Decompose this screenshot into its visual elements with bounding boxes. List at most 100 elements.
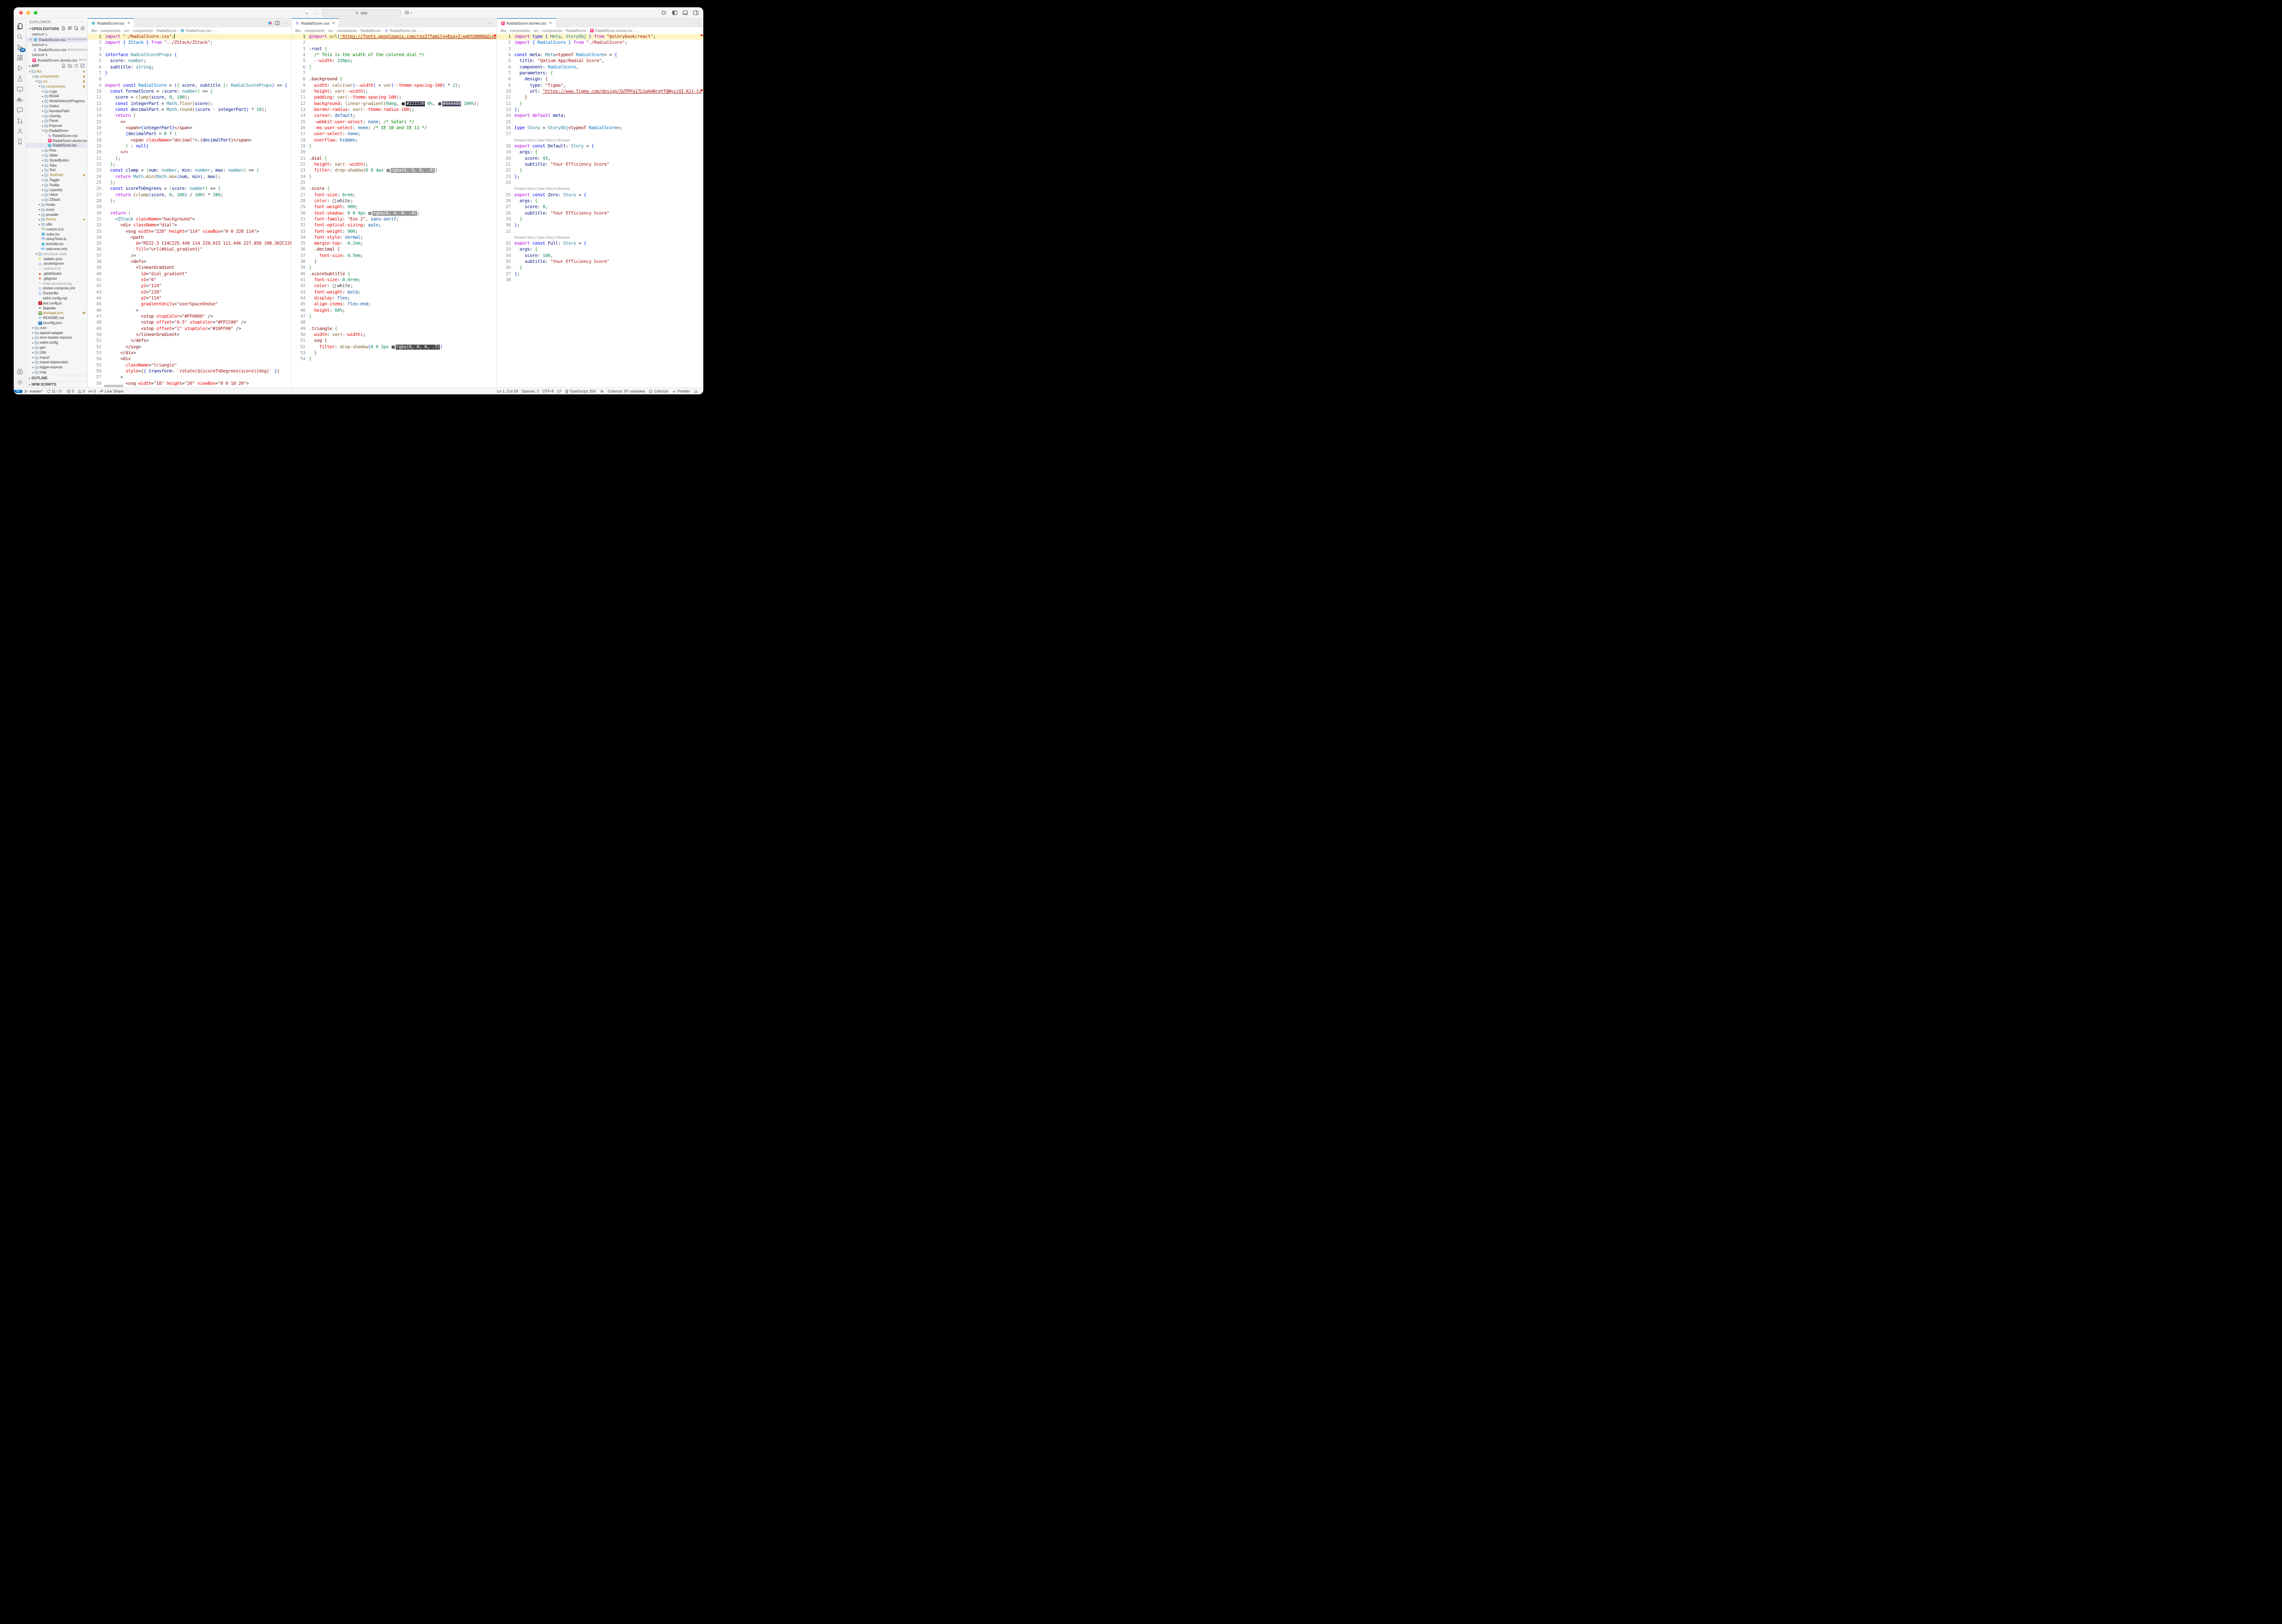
- chevron-right-icon[interactable]: ▸: [41, 124, 44, 128]
- chevron-right-icon[interactable]: ▸: [31, 356, 35, 359]
- forward-icon[interactable]: →: [314, 10, 319, 16]
- breadcrumb-segment[interactable]: src: [534, 29, 539, 33]
- tree-file--gitignore[interactable]: ◆.gitignore: [26, 276, 87, 281]
- tree-folder-components[interactable]: ▾components: [26, 84, 87, 89]
- tree-folder-textfield[interactable]: ▸TextField: [26, 173, 87, 178]
- open-editor-item[interactable]: {}RadialScore.css libs/components/...: [26, 47, 87, 53]
- tree-folder-tabs[interactable]: ▸Tabs: [26, 163, 87, 168]
- chevron-right-icon[interactable]: ▸: [35, 252, 38, 256]
- tree-folder-components[interactable]: ▾components: [26, 74, 87, 79]
- npm-scripts-section-header[interactable]: ▸ NPM SCRIPTS: [26, 381, 87, 388]
- status-check[interactable]: Prettier: [670, 389, 692, 393]
- toggle-sidebar-icon[interactable]: [672, 10, 678, 16]
- codelens[interactable]: Preview Story | Open Story in Browser: [497, 186, 703, 192]
- explorer-icon[interactable]: [15, 21, 26, 31]
- codelens[interactable]: Preview Story | Open Story in Browser: [497, 137, 703, 143]
- status-warning[interactable]: 0: [76, 389, 87, 393]
- live-share-icon[interactable]: [15, 126, 26, 136]
- tree-folder-zstack[interactable]: ▸ZStack: [26, 197, 87, 202]
- breadcrumb-segment[interactable]: libs: [91, 29, 97, 33]
- chevron-right-icon[interactable]: ▸: [41, 168, 44, 172]
- tree-folder-provider[interactable]: ▸provider: [26, 212, 87, 217]
- chevron-right-icon[interactable]: ▸: [31, 346, 35, 350]
- chevron-right-icon[interactable]: ▸: [31, 331, 35, 335]
- breadcrumb-segment[interactable]: src: [328, 29, 333, 33]
- tree-folder-row[interactable]: ▸Row: [26, 148, 87, 153]
- testing-icon[interactable]: [15, 73, 26, 84]
- tree-folder-styledbutton[interactable]: ▸StyledButton: [26, 158, 87, 163]
- tree-folder-text[interactable]: ▸Text: [26, 168, 87, 173]
- breadcrumb-segment[interactable]: components: [100, 29, 120, 33]
- open-editors-header[interactable]: ▾ OPEN EDITORS: [26, 26, 87, 32]
- chevron-right-icon[interactable]: ▸: [41, 188, 44, 192]
- tree-file-docker-compose-yml[interactable]: ◫docker-compose.yml: [26, 286, 87, 291]
- chevron-right-icon[interactable]: ▸: [31, 371, 35, 374]
- chevron-right-icon[interactable]: ▸: [41, 193, 44, 197]
- chevron-down-icon[interactable]: ▾: [35, 79, 38, 83]
- breadcrumb[interactable]: libs›components›src›components›RadialSco…: [88, 27, 291, 34]
- status-utf-8[interactable]: UTF-8: [541, 389, 555, 393]
- chevron-right-icon[interactable]: ▸: [41, 173, 44, 177]
- status-slash[interactable]: Colorize: [647, 389, 670, 393]
- editor-tab[interactable]: {}RadialScore.css✕: [292, 18, 339, 27]
- more-actions-icon[interactable]: ···: [283, 21, 288, 25]
- breadcrumb-segment[interactable]: components: [304, 29, 325, 33]
- breadcrumb-segment[interactable]: RadialScore.stories.tsx: [595, 29, 633, 33]
- tree-folder-modeselectorprogress[interactable]: ▸ModeSelectorProgress: [26, 99, 87, 104]
- tree-file-custom-d-ts[interactable]: TScustom.d.ts: [26, 227, 87, 232]
- chat-icon[interactable]: [15, 105, 26, 115]
- breadcrumb-segment[interactable]: RadialScore.css: [390, 29, 416, 33]
- close-all-editors-icon[interactable]: [80, 26, 85, 31]
- status-branch[interactable]: master*: [22, 389, 45, 393]
- copilot-menu[interactable]: [404, 10, 413, 15]
- tree-folder-icons[interactable]: ▸icons: [26, 207, 87, 212]
- tree-folder-libs[interactable]: ▾libs: [26, 69, 87, 74]
- tree-file-radialscore-stories-tsx[interactable]: SRadialScore.stories.tsx: [26, 138, 87, 143]
- tree-file-package-json[interactable]: JSpackage.jsonM: [26, 311, 87, 316]
- outline-section-header[interactable]: ▸ OUTLINE: [26, 375, 87, 381]
- tree-file-build-storybook-log[interactable]: ≡build-storybook.log: [26, 281, 87, 286]
- refresh-explorer-icon[interactable]: [74, 63, 79, 69]
- chevron-right-icon[interactable]: ▸: [41, 149, 44, 152]
- zoom-window-button[interactable]: [34, 11, 37, 15]
- tree-folder-src[interactable]: ▾src: [26, 79, 87, 84]
- breadcrumb-segment[interactable]: ...: [636, 29, 639, 33]
- chevron-right-icon[interactable]: ▸: [31, 366, 35, 369]
- chevron-right-icon[interactable]: ▸: [31, 361, 35, 364]
- tree-folder-overlay[interactable]: ▸Overlay: [26, 114, 87, 119]
- breadcrumb-segment[interactable]: RadialScore.tsx: [186, 29, 211, 33]
- tree-folder-utils[interactable]: ▸utils: [26, 222, 87, 227]
- tree-file-jest-config-ts[interactable]: Jjest.config.ts: [26, 301, 87, 306]
- tree-folder-logo[interactable]: ▸Logo: [26, 89, 87, 94]
- chevron-down-icon[interactable]: ▾: [41, 129, 44, 132]
- extensions-icon[interactable]: [15, 52, 26, 63]
- chevron-right-icon[interactable]: ▸: [41, 119, 44, 123]
- chevron-right-icon[interactable]: ▸: [38, 223, 41, 226]
- customize-layout-icon[interactable]: [661, 10, 667, 16]
- tree-folder-i18n[interactable]: ▸i18n: [26, 350, 87, 355]
- close-tab-icon[interactable]: ✕: [127, 21, 131, 25]
- bookmark-icon[interactable]: [15, 136, 26, 147]
- tree-folder-slider[interactable]: ▸Slider: [26, 153, 87, 158]
- status-ln-1-col-28[interactable]: Ln 1, Col 28: [495, 389, 520, 393]
- tree-folder-panel[interactable]: ▸Panel: [26, 118, 87, 123]
- tree-file--eslintcache[interactable]: ◦.eslintcache: [26, 266, 87, 271]
- chevron-right-icon[interactable]: ▸: [31, 336, 35, 340]
- chevron-down-icon[interactable]: ▾: [28, 70, 31, 73]
- breadcrumb-segment[interactable]: ...: [215, 29, 219, 33]
- tree-folder-epanet-adapter[interactable]: ▸epanet-adapter: [26, 330, 87, 335]
- tree-folder-hooks[interactable]: ▸hooks: [26, 202, 87, 207]
- code-area[interactable]: 1import "./RadialScore.css";2import { ZS…: [88, 34, 291, 388]
- breadcrumb-segment[interactable]: components: [542, 29, 562, 33]
- chevron-right-icon[interactable]: ▸: [38, 213, 41, 216]
- tree-folder-tooltip[interactable]: ▸Tooltip: [26, 183, 87, 188]
- status-braces[interactable]: {}TypeScript JSX: [564, 389, 598, 393]
- tree-folder-modal[interactable]: ▸Modal: [26, 94, 87, 99]
- tree-file-makefile[interactable]: ✻Makefile: [26, 306, 87, 311]
- tree-folder-geo[interactable]: ▸geo: [26, 345, 87, 350]
- status-copilot[interactable]: [598, 389, 606, 393]
- tree-folder-radialscore[interactable]: ▾RadialScore: [26, 128, 87, 133]
- chevron-right-icon[interactable]: ▸: [41, 183, 44, 187]
- status-sync[interactable]: 11↓ 0↑: [45, 389, 65, 393]
- breadcrumb-segment[interactable]: ...: [420, 29, 423, 33]
